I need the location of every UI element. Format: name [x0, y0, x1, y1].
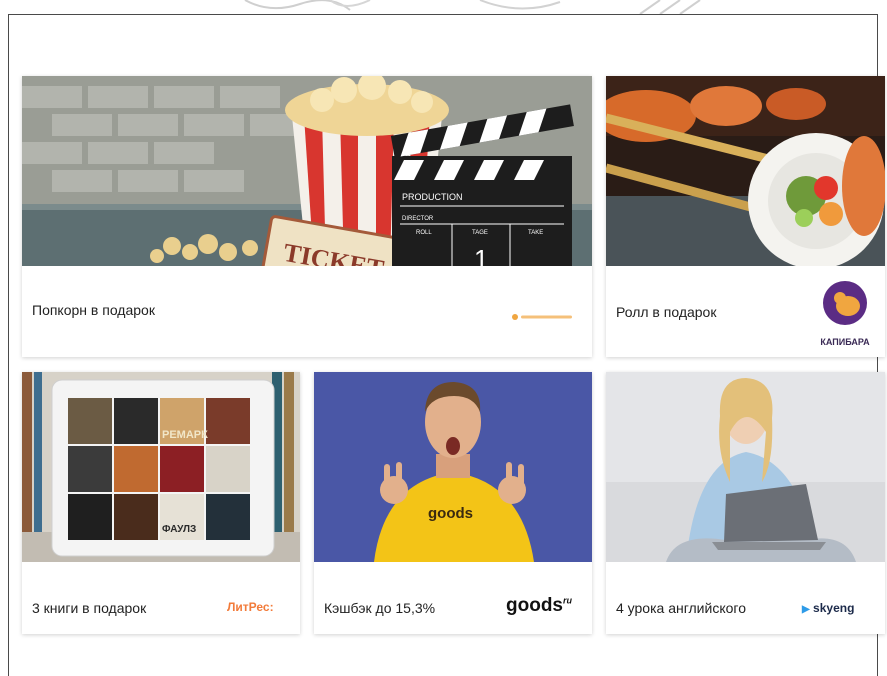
- offer-card-popcorn[interactable]: TICKET PRODUCTION DIRECTOR ROLL TAGE TAK…: [22, 76, 592, 357]
- clapper-number: 1: [474, 244, 488, 266]
- goods-logo-suffix: ru: [563, 595, 572, 606]
- goods-promo-image: goods: [314, 372, 592, 562]
- card-title: Кэшбэк до 15,3%: [324, 600, 436, 616]
- skyeng-arrow-icon: ▶: [802, 604, 810, 615]
- sushi-roll-image: [606, 76, 885, 266]
- tablet-books-image: РЕМАРК ФАУЛЗ: [22, 372, 300, 562]
- litres-logo: ЛитРес:: [227, 600, 274, 614]
- card-title: 3 книги в подарок: [32, 600, 147, 616]
- goods-logo-text: goods: [506, 595, 563, 616]
- skyeng-logo: ▶ skyeng: [802, 601, 854, 615]
- card-title: 4 урока английского: [616, 600, 746, 616]
- book-label-fowles: ФАУЛЗ: [162, 524, 196, 535]
- hoodie-print-text: goods: [428, 505, 473, 522]
- goods-logo: goodsru: [506, 595, 572, 617]
- offer-card-skyeng[interactable]: 4 урока английского ▶ skyeng: [606, 372, 885, 634]
- offer-card-goods[interactable]: goods Кэшбэк до 15,3% goodsru: [314, 372, 592, 634]
- clapper-director-label: DIRECTOR: [402, 216, 434, 222]
- offer-card-roll[interactable]: Ролл в подарок КАПИБАРА: [606, 76, 885, 357]
- capybara-logo-text: КАПИБАРА: [820, 337, 870, 347]
- offer-card-books[interactable]: РЕМАРК ФАУЛЗ 3 книги в подарок ЛитРес:: [22, 372, 300, 634]
- card-title: Попкорн в подарок: [32, 302, 155, 318]
- skyeng-promo-image: [606, 372, 885, 562]
- popcorn-image: TICKET PRODUCTION DIRECTOR ROLL TAGE TAK…: [22, 76, 592, 266]
- card-title: Ролл в подарок: [616, 304, 717, 320]
- clapper-roll-label: ROLL: [416, 230, 432, 236]
- capybara-logo: КАПИБАРА: [814, 280, 876, 348]
- book-label-remark: РЕМАРК: [162, 429, 208, 441]
- skyeng-logo-text: skyeng: [813, 601, 855, 615]
- clapper-tage-label: TAGE: [472, 230, 488, 236]
- popcorn-partner-logo: [512, 308, 574, 320]
- clapper-production-text: PRODUCTION: [402, 192, 463, 202]
- clapper-take-label: TAKE: [528, 230, 543, 236]
